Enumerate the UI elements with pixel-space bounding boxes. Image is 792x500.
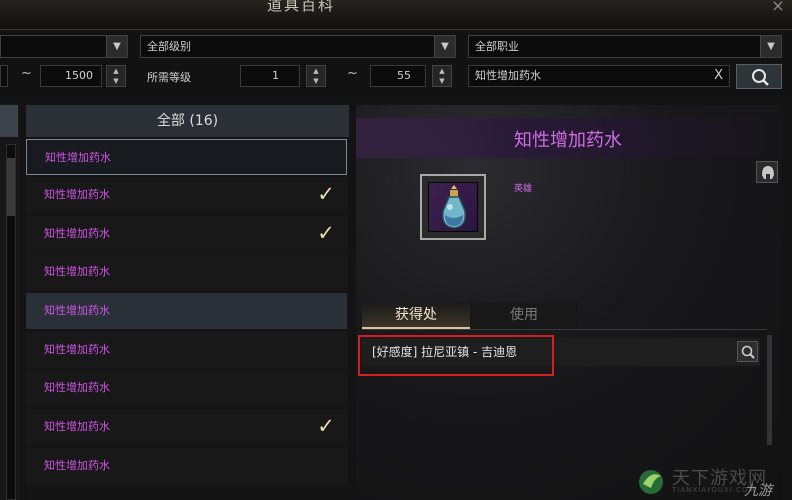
left-range-stepper[interactable]: ▲ ▼ — [106, 65, 126, 87]
grade-select-value: 全部级别 — [147, 40, 191, 53]
list-item[interactable]: 知性增加药水 — [26, 139, 347, 175]
list-item-label: 知性增加药水 — [44, 459, 110, 472]
list-header[interactable]: 全部 (16) — [26, 105, 349, 137]
list-item-label: 知性增加药水 — [44, 343, 110, 356]
watermark-subtext: TIANXIAYOUXI.COM — [672, 486, 756, 494]
level-max-stepper[interactable]: ▲ ▼ — [432, 65, 452, 87]
helmet-icon[interactable] — [756, 161, 778, 183]
level-range-separator: ~ — [347, 66, 358, 81]
tab-obtain[interactable]: 获得处 — [362, 302, 470, 329]
item-grade: 英雄 — [514, 184, 533, 194]
left-range-max-field[interactable]: 1500 — [40, 65, 102, 87]
list-item[interactable]: 知性增加药水 — [26, 448, 347, 484]
leaf-logo-icon — [639, 470, 663, 494]
checkmark-icon: ✓ — [317, 221, 335, 245]
list-item-label: 知性增加药水 — [44, 265, 110, 278]
item-title: 知性增加药水 — [514, 130, 622, 151]
chevron-down-icon[interactable]: ▼ — [760, 36, 781, 57]
range-separator: ~ — [21, 66, 32, 81]
list-item[interactable]: 知性增加药水 ✓ — [26, 177, 347, 213]
left-range-min-field[interactable] — [0, 65, 8, 87]
helmet-glyph — [762, 166, 774, 179]
search-input-value: 知性增加药水 — [475, 69, 541, 82]
list-item-label: 知性增加药水 — [44, 227, 110, 240]
left-edge-tab[interactable] — [0, 105, 18, 137]
chevron-down-icon[interactable]: ▼ — [106, 36, 127, 57]
title-bar — [0, 0, 792, 30]
level-max-field[interactable]: 55 — [370, 65, 426, 87]
tab-use[interactable]: 使用 — [470, 302, 578, 329]
list-item[interactable]: 知性增加药水 ✓ — [26, 409, 347, 445]
watermark-logo — [636, 466, 666, 496]
close-icon[interactable]: × — [768, 0, 788, 16]
clear-search-icon[interactable]: X — [714, 66, 723, 86]
list-item[interactable]: 知性增加药水 — [26, 370, 347, 406]
list-item-label: 知性增加药水 — [44, 381, 110, 394]
item-icon — [428, 182, 478, 232]
window-title: 道具百科 — [266, 0, 335, 14]
checkmark-icon: ✓ — [317, 414, 335, 438]
magnifier-icon — [741, 345, 755, 359]
list-item[interactable]: 知性增加药水 — [26, 254, 347, 290]
search-icon — [752, 69, 769, 86]
class-select[interactable]: 全部职业 ▼ — [468, 35, 782, 58]
obtain-search-button[interactable] — [737, 341, 758, 362]
search-input[interactable]: 知性增加药水 X — [468, 65, 730, 87]
list-item-label: 知性增加药水 — [44, 420, 110, 433]
watermark-brand: 九游 — [744, 483, 772, 499]
search-button[interactable] — [736, 64, 782, 89]
tabs-divider — [362, 329, 767, 330]
potion-icon — [441, 185, 467, 229]
level-min-field[interactable]: 1 — [240, 65, 300, 87]
chevron-down-icon[interactable]: ▼ — [434, 36, 455, 57]
list-item[interactable]: 知性增加药水 — [26, 293, 347, 329]
category-select[interactable]: ▼ — [0, 35, 128, 58]
list-item-label: 知性增加药水 — [44, 304, 110, 317]
grade-select[interactable]: 全部级别 ▼ — [140, 35, 456, 58]
list-item-label: 知性增加药水 — [44, 188, 110, 201]
class-select-value: 全部职业 — [475, 40, 519, 53]
highlight-outline — [358, 335, 554, 376]
detail-scrollbar[interactable] — [767, 335, 772, 445]
list-item[interactable]: 知性增加药水 ✓ — [26, 216, 347, 252]
checkmark-icon: ✓ — [317, 182, 335, 206]
level-label: 所需等级 — [147, 71, 191, 84]
list-item-label: 知性增加药水 — [45, 151, 111, 164]
level-min-stepper[interactable]: ▲ ▼ — [306, 65, 326, 87]
list-item[interactable]: 知性增加药水 — [26, 332, 347, 368]
left-scrollbar-thumb[interactable] — [7, 158, 15, 216]
